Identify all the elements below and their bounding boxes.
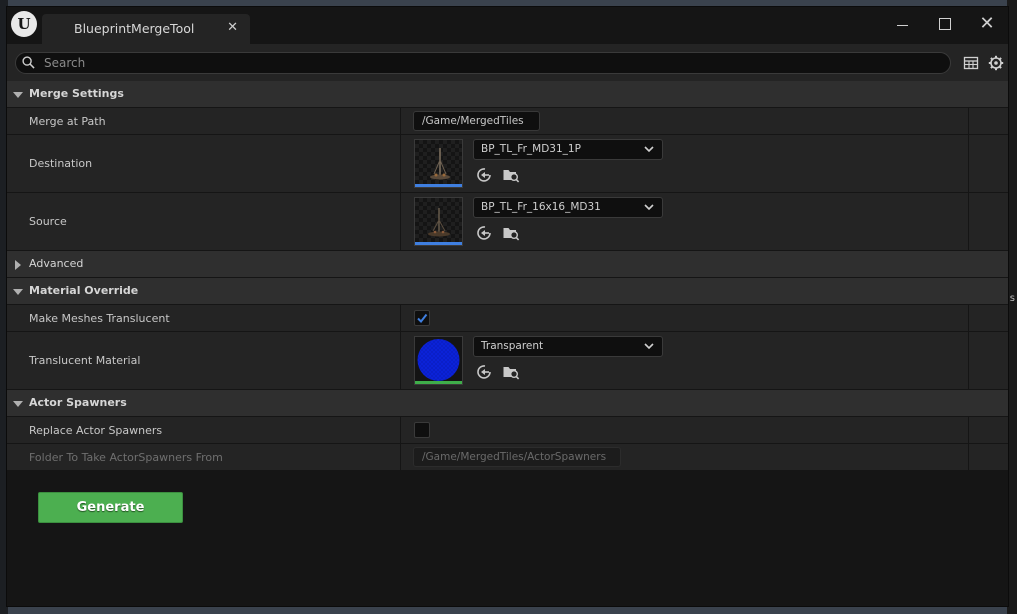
chevron-down-icon [644, 204, 654, 211]
property-label: Source [29, 215, 67, 228]
asset-name: BP_TL_Fr_16x16_MD31 [481, 201, 601, 213]
property-grid: Merge Settings Merge at Path /Game/Merge… [7, 81, 1008, 471]
translucent-material-picker[interactable]: Transparent [473, 336, 663, 357]
close-tab-icon[interactable]: ✕ [227, 20, 238, 35]
merge-path-field[interactable]: /Game/MergedTiles [413, 111, 540, 131]
name-cell: Source [7, 193, 401, 250]
category-label: Merge Settings [29, 87, 124, 100]
row-folder-actor-spawners: Folder To Take ActorSpawners From /Game/… [7, 444, 1008, 471]
asset-type-bar [415, 242, 462, 245]
search-input[interactable]: Search [15, 52, 951, 74]
reset-cell [968, 305, 1008, 331]
asset-name: Transparent [481, 340, 544, 352]
property-label: Make Meshes Translucent [29, 312, 170, 325]
category-merge-settings[interactable]: Merge Settings [7, 81, 1008, 108]
maximize-button[interactable] [934, 15, 956, 35]
row-source: Source BP_TL_Fr_16x16_MD31 [7, 193, 1008, 251]
name-cell: Destination [7, 135, 401, 192]
close-window-button[interactable]: ✕ [976, 13, 998, 34]
checkmark-icon [417, 313, 428, 324]
material-thumbnail[interactable] [414, 336, 463, 385]
category-label: Actor Spawners [29, 396, 127, 409]
search-placeholder: Search [44, 56, 86, 70]
asset-type-bar [415, 184, 462, 187]
category-actor-spawners[interactable]: Actor Spawners [7, 390, 1008, 417]
tab-blueprint-merge-tool[interactable]: BlueprintMergeTool ✕ [42, 14, 250, 44]
search-icon [22, 56, 35, 69]
browse-asset-icon[interactable] [502, 363, 520, 381]
use-selected-asset-icon[interactable] [476, 363, 494, 381]
blueprint-asset-icon [430, 148, 450, 180]
expand-arrow-icon [13, 92, 23, 98]
row-translucent-material: Translucent Material Transparent [7, 332, 1008, 390]
expand-arrow-icon [13, 401, 23, 407]
unreal-logo-icon[interactable]: U [11, 11, 37, 37]
reset-cell [968, 108, 1008, 134]
source-asset-picker[interactable]: BP_TL_Fr_16x16_MD31 [473, 197, 663, 218]
name-cell: Make Meshes Translucent [7, 305, 401, 331]
blueprint-asset-icon [428, 208, 450, 237]
make-meshes-translucent-checkbox[interactable] [414, 310, 430, 326]
name-cell: Replace Actor Spawners [7, 417, 401, 443]
chevron-down-icon [644, 343, 654, 350]
destination-asset-picker[interactable]: BP_TL_Fr_MD31_1P [473, 139, 663, 160]
property-label: Destination [29, 157, 93, 170]
asset-name: BP_TL_Fr_MD31_1P [481, 143, 581, 155]
reset-cell [968, 332, 1008, 389]
background-text-fragment: s [1009, 293, 1015, 304]
chevron-down-icon [644, 146, 654, 153]
title-bar[interactable]: U BlueprintMergeTool ✕ ✕ [7, 7, 1008, 44]
generate-button[interactable]: Generate [38, 492, 183, 523]
row-make-meshes-translucent: Make Meshes Translucent [7, 305, 1008, 332]
category-material-override[interactable]: Material Override [7, 278, 1008, 305]
destination-thumbnail[interactable] [414, 139, 463, 188]
category-advanced[interactable]: Advanced [7, 251, 1008, 278]
row-merge-at-path: Merge at Path /Game/MergedTiles [7, 108, 1008, 135]
reset-cell [968, 135, 1008, 192]
actor-spawners-folder-field: /Game/MergedTiles/ActorSpawners [413, 447, 621, 467]
property-label: Folder To Take ActorSpawners From [29, 451, 223, 464]
property-label: Replace Actor Spawners [29, 424, 163, 437]
expand-arrow-icon [13, 289, 23, 295]
minimize-button[interactable] [892, 15, 914, 35]
name-cell: Folder To Take ActorSpawners From [7, 444, 401, 470]
replace-actor-spawners-checkbox[interactable] [414, 422, 430, 438]
name-cell: Merge at Path [7, 108, 401, 134]
name-cell: Translucent Material [7, 332, 401, 389]
tab-title: BlueprintMergeTool [74, 21, 195, 36]
property-label: Merge at Path [29, 115, 106, 128]
asset-type-bar [415, 381, 462, 384]
source-thumbnail[interactable] [414, 197, 463, 246]
row-destination: Destination BP_TL_Fr_MD31_1P [7, 135, 1008, 193]
property-label: Translucent Material [29, 354, 141, 367]
material-sphere-icon [417, 339, 460, 381]
browse-asset-icon[interactable] [502, 166, 520, 184]
row-replace-actor-spawners: Replace Actor Spawners [7, 417, 1008, 444]
collapse-arrow-icon [15, 260, 21, 270]
reset-cell [968, 193, 1008, 250]
use-selected-asset-icon[interactable] [476, 166, 494, 184]
search-toolbar: Search [7, 44, 1008, 81]
gear-icon[interactable] [988, 55, 1004, 71]
category-label: Material Override [29, 284, 139, 297]
table-view-icon[interactable] [963, 55, 979, 71]
reset-cell [968, 417, 1008, 443]
browse-asset-icon[interactable] [502, 224, 520, 242]
reset-cell [968, 444, 1008, 470]
blueprint-merge-tool-window: U BlueprintMergeTool ✕ ✕ Search Merge Se… [6, 6, 1009, 607]
category-label: Advanced [29, 257, 84, 270]
use-selected-asset-icon[interactable] [476, 224, 494, 242]
